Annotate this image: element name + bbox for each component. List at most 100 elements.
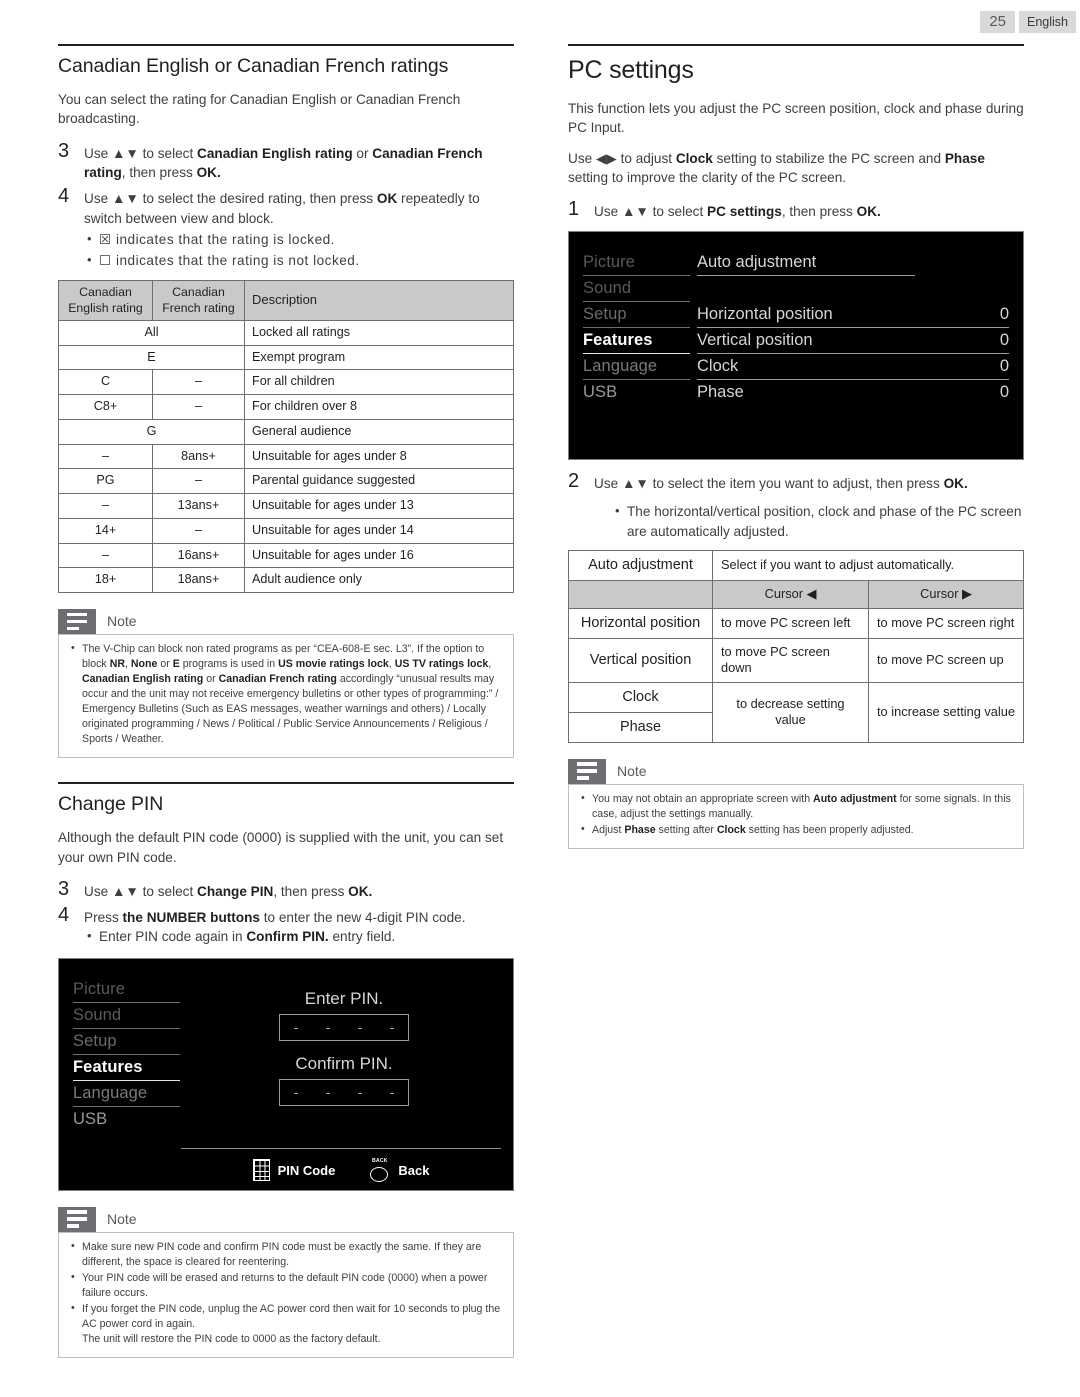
cell-description: Adult audience only: [244, 567, 514, 593]
note-item: Your PIN code will be erased and returns…: [69, 1270, 503, 1301]
cell-english-rating: 18+: [58, 567, 153, 593]
osd-row-horizontal-position[interactable]: Horizontal position 0: [697, 302, 1009, 328]
step-3: 3 Use ▲▼ to select Canadian English rati…: [58, 140, 514, 183]
note-body: The V-Chip can block non rated programs …: [58, 633, 514, 759]
pin-digit: -: [325, 1019, 331, 1035]
note-icon: [58, 1206, 96, 1232]
intro-paragraph: You can select the rating for Canadian E…: [58, 92, 461, 127]
cell-item: Clock: [568, 681, 713, 713]
osd-menu-item-features[interactable]: Features: [73, 1055, 180, 1081]
table-header-row: Cursor ◀ Cursor ▶: [568, 580, 1024, 609]
osd-menu-item-setup[interactable]: Setup: [583, 302, 690, 328]
osd-row-label: Horizontal position: [697, 302, 915, 328]
osd-menu-item-setup[interactable]: Setup: [73, 1029, 180, 1055]
osd-row-vertical-position[interactable]: Vertical position 0: [697, 328, 1009, 354]
cell-english-rating: –: [58, 493, 153, 519]
hint-label: Back: [398, 1162, 430, 1178]
osd-menu-item-language[interactable]: Language: [583, 354, 690, 380]
page-title-pc-settings: PC settings: [568, 56, 694, 84]
table-row-horizontal-position: Horizontal position to move PC screen le…: [568, 607, 1024, 639]
osd-menu-list: Picture Sound Setup Features Language US…: [583, 250, 690, 405]
osd-row-label: Vertical position: [697, 328, 915, 354]
step-text: Use ▲▼ to select the item you want to ad…: [594, 475, 968, 491]
table-row: E Exempt program: [58, 344, 514, 371]
list-item: Enter PIN code again in Confirm PIN. ent…: [84, 926, 466, 947]
cell-description: Locked all ratings: [244, 319, 514, 346]
cell-item: Phase: [568, 711, 713, 743]
pin-digit: -: [293, 1019, 299, 1035]
osd-menu-item-picture[interactable]: Picture: [73, 977, 180, 1003]
page-title-change-pin: Change PIN: [58, 793, 164, 816]
cell-english-rating: C8+: [58, 394, 153, 420]
osd-row-clock[interactable]: Clock 0: [697, 354, 1009, 380]
list-item: The horizontal/vertical position, clock …: [612, 501, 1024, 543]
cell-description: Unsuitable for ages under 13: [244, 493, 514, 519]
note-block-pin: Note Make sure new PIN code and confirm …: [58, 1206, 514, 1358]
cell-item: Horizontal position: [568, 607, 713, 639]
ratings-table-body: All Locked all ratings E Exempt program C – Fo…: [58, 319, 514, 593]
left-column: Canadian English or Canadian French rati…: [58, 44, 514, 1358]
keypad-icon: [252, 1159, 270, 1182]
cell-french-rating: 13ans+: [152, 493, 245, 519]
step-number: 3: [58, 877, 70, 900]
hint-back[interactable]: BACK Back: [369, 1157, 430, 1182]
cell-french-rating: 8ans+: [152, 443, 245, 470]
osd-menu-list: Picture Sound Setup Features Language US…: [73, 977, 180, 1132]
note-item: You may not obtain an appropriate screen…: [579, 791, 1013, 822]
note-label: Note: [107, 613, 137, 630]
osd-menu-item-sound[interactable]: Sound: [583, 276, 690, 302]
osd-menu-item-usb[interactable]: USB: [73, 1107, 180, 1132]
osd-row-value: 0: [915, 302, 1009, 328]
language-badge: English: [1019, 11, 1076, 33]
canadian-ratings-table: Canadian English rating Canadian French …: [58, 280, 514, 593]
step-text: Use ▲▼ to select Change PIN, then press …: [84, 883, 373, 899]
step-number: 3: [58, 139, 70, 162]
osd-row-auto-adjustment[interactable]: Auto adjustment: [697, 250, 1009, 276]
pin-substep-list: Enter PIN code again in Confirm PIN. ent…: [84, 926, 466, 947]
cell-english-rating: C: [58, 369, 153, 396]
table-row: G General audience: [58, 418, 514, 445]
osd-row-label: Phase: [697, 382, 744, 401]
osd-menu-item-picture[interactable]: Picture: [583, 250, 690, 276]
col-french-rating: Canadian French rating: [152, 280, 245, 321]
cell-english-rating: –: [58, 443, 153, 470]
step-text: Use ▲▼ to select Canadian English rating…: [84, 145, 483, 181]
osd-row-phase[interactable]: Phase 0: [697, 380, 1009, 405]
table-row: C8+ – For children over 8: [58, 394, 514, 420]
note-label: Note: [617, 763, 647, 780]
cell-rating: E: [58, 344, 245, 371]
cell-description: Unsuitable for ages under 14: [244, 517, 514, 544]
osd-menu-item-sound[interactable]: Sound: [73, 1003, 180, 1029]
osd-row-label: Auto adjustment: [697, 250, 915, 276]
pin-intro-paragraph: Although the default PIN code (0000) is …: [58, 830, 504, 865]
enter-pin-input[interactable]: - - - -: [279, 1013, 409, 1041]
cell-left: to move PC screen left: [712, 607, 869, 639]
confirm-pin-label: Confirm PIN.: [295, 1053, 393, 1073]
table-row-vertical-position: Vertical position to move PC screen down…: [568, 637, 1024, 683]
cell-right: to increase setting value: [868, 681, 1024, 743]
cell-french-rating: 18ans+: [152, 567, 245, 593]
note-tab: Note: [58, 1206, 514, 1232]
table-row: –16ans+ Unsuitable for ages under 16: [58, 542, 514, 569]
note-icon: [568, 758, 606, 784]
pin-digit: -: [325, 1084, 331, 1100]
osd-menu-item-language[interactable]: Language: [73, 1081, 180, 1107]
osd-menu-item-features[interactable]: Features: [583, 328, 690, 354]
back-icon-glyph: BACK: [371, 1157, 388, 1164]
cell-description: For children over 8: [244, 394, 514, 420]
osd-row-value: 0: [915, 354, 1009, 380]
cell-english-rating: –: [58, 542, 153, 569]
table-row: 18+ 18ans+ Adult audience only: [58, 567, 514, 593]
right-column: PC settings This function lets you adjus…: [568, 44, 1024, 849]
manual-page: 25 English Canadian English or Canadian …: [0, 0, 1080, 1397]
note-list-pin: Make sure new PIN code and confirm PIN c…: [69, 1239, 503, 1347]
confirm-pin-input[interactable]: - - - -: [279, 1078, 409, 1106]
table-row: C – For all children: [58, 369, 514, 396]
cell-french-rating: 16ans+: [152, 542, 245, 569]
hint-pin-code[interactable]: PIN Code: [252, 1159, 335, 1182]
osd-menu-item-usb[interactable]: USB: [583, 380, 690, 405]
cell-item: Vertical position: [568, 637, 713, 683]
tv-osd-pc-settings-screen: Picture Sound Setup Features Language US…: [568, 230, 1024, 460]
note-item: Adjust Phase setting after Clock setting…: [579, 822, 1013, 838]
note-item: The V-Chip can block non rated programs …: [69, 641, 503, 747]
